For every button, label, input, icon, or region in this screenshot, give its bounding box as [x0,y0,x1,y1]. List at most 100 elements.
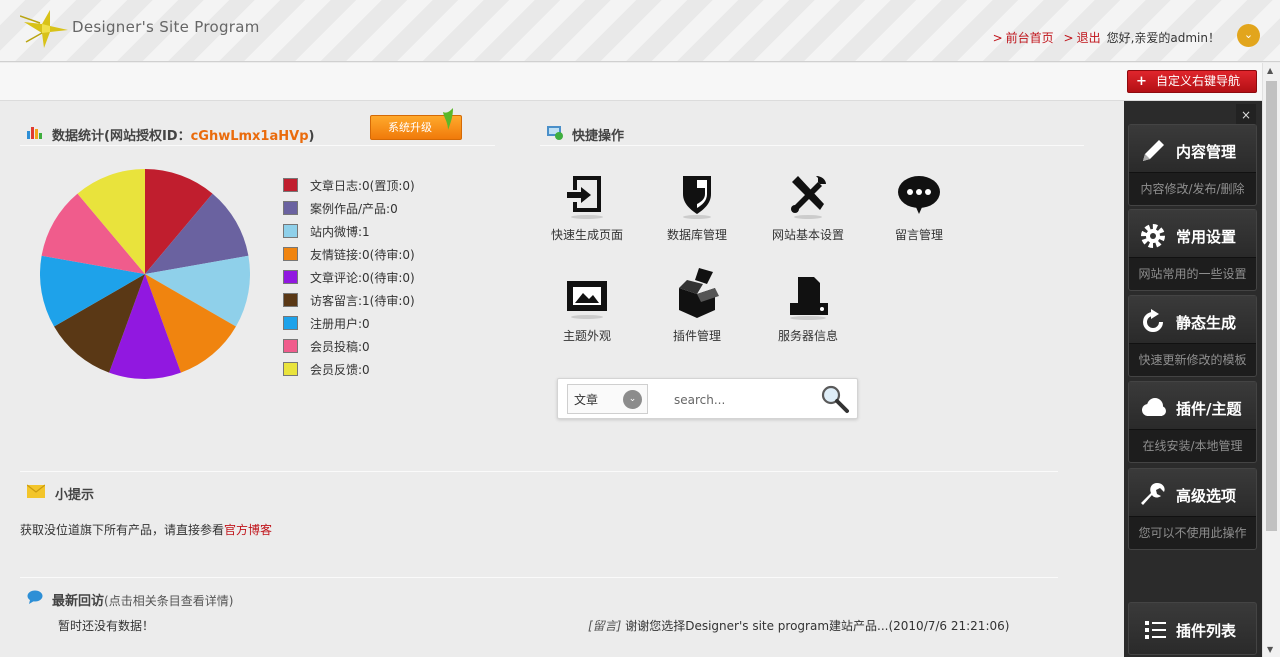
op-label: 服务器信息 [777,329,838,343]
divider [540,145,1084,146]
frontpage-link[interactable]: 前台首页 [1006,31,1054,45]
search-icon[interactable] [820,384,850,414]
legend-swatch [283,270,298,284]
divider [20,471,1058,472]
legend-label: 注册用户:0 [310,317,370,331]
legend-swatch [283,339,298,353]
legend-swatch [283,247,298,261]
card-title: 高级选项 [1176,487,1237,505]
op-label: 网站基本设置 [771,228,844,242]
upgrade-label: 系统升级 [388,121,432,134]
stats-title-suffix: ) [308,129,315,144]
latest-message[interactable]: [留言] 谢谢您选择Designer's site program建站产品...… [588,617,1009,634]
sub-toolbar [0,63,1262,101]
plus-icon: + [1136,74,1147,89]
pencil-icon [1143,140,1164,161]
card-desc: 快速更新修改的模板 [1138,353,1247,367]
tips-title: 小提示 [55,488,95,503]
sidebar-common-settings[interactable]: 常用设置 网站常用的一些设置 [1128,209,1257,291]
card-desc: 在线安装/本地管理 [1142,439,1243,453]
system-upgrade-button[interactable]: 系统升级 [370,108,462,140]
search-category-value: 文章 [574,393,599,407]
message-tag: [留言] [588,619,622,633]
user-menu-toggle-icon[interactable]: ⌄ [1237,24,1260,47]
op-theme[interactable]: 主题外观 [532,275,642,344]
op-server-info[interactable]: 服务器信息 [753,275,863,344]
tip-body: 获取没位道旗下所有产品，请直接参看 [20,523,225,537]
plugin-list-label: 插件列表 [1176,622,1237,640]
greeting-text: 您好,亲爱的admin！ [1106,31,1220,45]
recent-visits-title: 最新回访(点击相关条目查看详情) [52,590,233,609]
logout-link[interactable]: 退出 [1077,31,1101,45]
op-messages[interactable]: 留言管理 [864,172,974,243]
official-blog-link[interactable]: 官方博客 [224,523,272,537]
legend-label: 友情链接:0(待审:0) [310,248,415,262]
card-header: 内容管理 [1129,125,1256,173]
legend-label: 文章日志:0(置顶:0) [310,179,415,193]
op-label: 插件管理 [672,329,721,343]
card-desc: 网站常用的一些设置 [1138,267,1247,281]
sidebar-plugins-themes[interactable]: 插件/主题 在线安装/本地管理 [1128,381,1257,463]
card-desc: 您可以不使用此操作 [1138,526,1247,540]
op-label: 快速生成页面 [550,228,623,242]
message-text: 谢谢您选择Designer's site program建站产品...(2010… [625,619,1010,633]
empty-state-text: 暂时还没有数据！ [58,619,155,633]
chat-bubble-icon [27,590,43,604]
custom-nav-label: 自定义右键导航 [1156,74,1241,88]
page-scrollbar[interactable]: ▲ ▼ [1262,63,1280,657]
cloud-icon [1142,398,1166,416]
shield-icon [683,176,711,219]
stats-title-prefix: 数据统计(网站授权ID： [52,129,191,144]
picture-frame-icon [567,281,607,319]
custom-nav-button[interactable]: + 自定义右键导航 [1127,70,1257,93]
op-site-settings[interactable]: 网站基本设置 [753,172,863,243]
logo-star-icon [20,10,68,48]
legend-label: 会员反馈:0 [310,363,370,377]
logo-text: Designer's Site Program [72,18,260,36]
page-export-icon [567,176,603,219]
list-icon [1145,621,1166,639]
link-arrow: > [1063,31,1074,45]
server-icon [790,277,828,320]
scroll-thumb[interactable] [1266,81,1277,531]
scroll-up-icon[interactable]: ▲ [1267,66,1273,75]
card-header: 插件/主题 [1129,382,1256,430]
divider [20,577,1058,578]
legend-label: 会员投稿:0 [310,340,370,354]
card-header: 静态生成 [1129,296,1256,344]
legend-label: 案例作品/产品:0 [310,202,398,216]
quick-ops-icon [547,126,563,140]
op-label: 留言管理 [894,228,943,242]
legend-swatch [283,316,298,330]
tip-text: 获取没位道旗下所有产品，请直接参看官方博客 [20,521,272,538]
top-links: > 前台首页 > 退出 您好,亲爱的admin！ [993,29,1220,46]
search-input[interactable] [674,389,814,411]
legend-label: 访客留言:1(待审:0) [310,294,415,308]
tools-icon [791,176,826,219]
package-icon [679,268,719,318]
op-label: 主题外观 [562,329,611,343]
legend-swatch [283,362,298,376]
legend-swatch [283,178,298,192]
op-generate-pages[interactable]: 快速生成页面 [532,172,642,243]
op-plugins[interactable]: 插件管理 [642,266,752,344]
header: Designer's Site Program > 前台首页 > 退出 您好,亲爱的a… [0,0,1280,62]
sidebar-static-generation[interactable]: 静态生成 快速更新修改的模板 [1128,295,1257,377]
recent-visits-label: 最新回访 [52,594,105,609]
license-id: cGhwLmx1aHVp [190,129,309,144]
quick-ops-title: 快捷操作 [572,129,625,144]
chevron-down-icon: ⌄ [623,390,642,409]
op-database[interactable]: 数据库管理 [642,172,752,243]
card-desc: 内容修改/发布/删除 [1140,182,1245,196]
wrench-icon [1141,483,1165,505]
sidebar-content-management[interactable]: 内容管理 内容修改/发布/删除 [1128,124,1257,206]
op-label: 数据库管理 [666,228,727,242]
search-category-select[interactable]: 文章 ⌄ [567,384,648,414]
scroll-down-icon[interactable]: ▼ [1267,645,1273,654]
card-title: 内容管理 [1176,143,1237,161]
sidebar-plugin-list[interactable]: 插件列表 [1128,602,1257,655]
refresh-icon [1143,309,1163,332]
sidebar-close-icon[interactable]: × [1236,104,1256,126]
link-arrow: > [992,31,1003,45]
sidebar-advanced-options[interactable]: 高级选项 您可以不使用此操作 [1128,468,1257,550]
